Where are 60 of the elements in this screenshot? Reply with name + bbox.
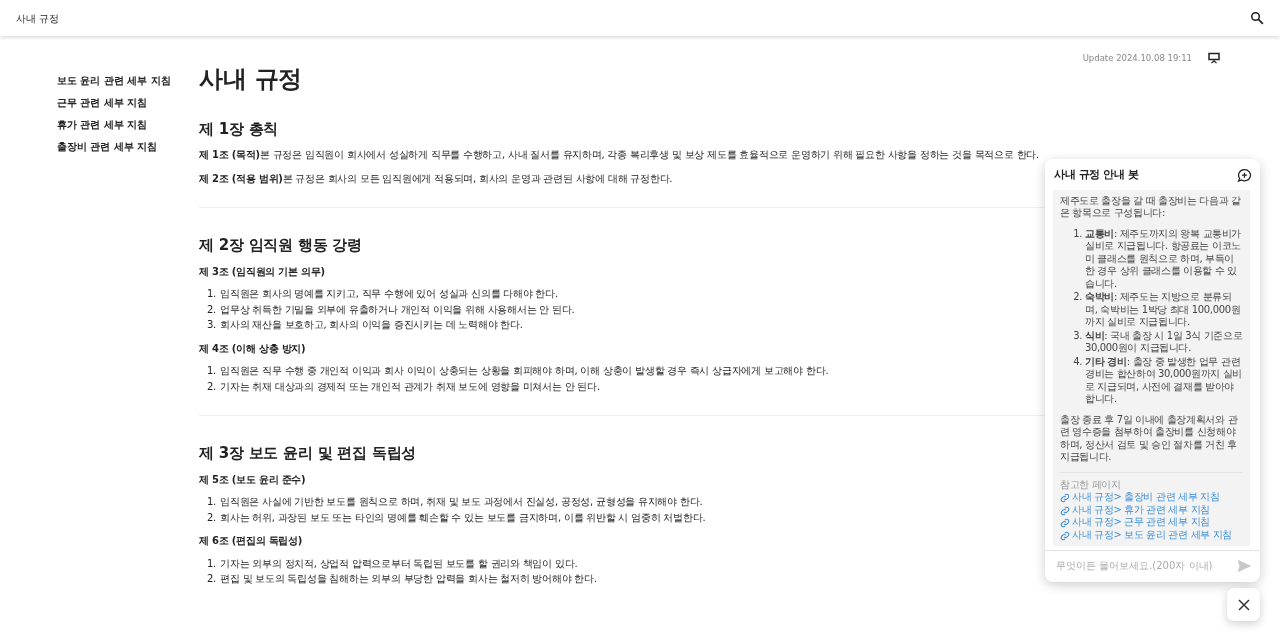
chat-message-text: 제주도로 출장을 갈 때 출장비는 다음과 같은 항목으로 구성됩니다:: [1060, 194, 1242, 220]
list-item-text: 임직원은 직무 수행 중 개인적 이익과 회사 이익이 상충되는 상황을 회피해야 하며, 이해 상충이 발생할 경우 즉시 상급자에게 보고해야 한다.: [220, 364, 829, 379]
presentation-button[interactable]: [1208, 52, 1220, 65]
list-number: 2.: [207, 379, 217, 394]
page-title: 사내 규정: [199, 64, 304, 94]
toc-link[interactable]: 휴가 관련 세부 지침: [57, 117, 199, 132]
list-item-text: 기자는 취재 대상과의 경제적 또는 개인적 관계가 취재 보도에 영향을 미쳐서는 안 된다.: [220, 379, 600, 394]
chat-list-item: 숙박비: 제주도는 지방으로 분류되며, 숙박비는 1박당 최대 100,000원까지 실비로 지급됩니다.: [1085, 291, 1242, 329]
article-heading: 제 6조 (편집의 독립성): [199, 534, 304, 549]
list-number: 2.: [207, 302, 217, 317]
list-number: 3.: [207, 318, 217, 333]
list-item-text: 회사의 재산을 보호하고, 회사의 이익을 증진시키는 데 노력해야 한다.: [220, 318, 523, 333]
list-item-text: 임직원은 회사의 명예를 지키고, 직무 수행에 있어 성실과 신의를 다해야 한다.: [220, 287, 558, 302]
close-button[interactable]: [1227, 588, 1260, 621]
chat-title: 사내 규정 안내 봇: [1054, 167, 1139, 183]
new-chat-button[interactable]: [1237, 167, 1252, 183]
article-heading: 제 4조 (이해 상충 방지): [199, 341, 307, 356]
chat-input-field[interactable]: 무엇이든 물어보세요.(200자 이내): [1054, 557, 1237, 574]
article-heading: 제 5조 (보도 윤리 준수): [199, 472, 307, 487]
send-icon: [1237, 558, 1252, 573]
search-icon: [1250, 11, 1264, 25]
chat-list-item: 기타 경비: 출장 중 발생한 업무 관련 경비는 합산하여 30,000원까지 실비로 지급되며, 사전에 결재를 받아야 합니다.: [1085, 355, 1243, 406]
toc-link[interactable]: 근무 관련 세부 지침: [57, 95, 199, 110]
link-icon: [1060, 530, 1070, 541]
new-chat-icon: [1237, 167, 1252, 183]
list-item-text: 업무상 취득한 기밀을 외부에 유출하거나 개인적 이익을 위해 사용해서는 안 된다.: [220, 302, 575, 317]
list-number: 2.: [207, 510, 217, 525]
list-item-text: 임직원은 사실에 기반한 보도를 원칙으로 하며, 취재 및 보도 과정에서 진실성, 공정성, 균형성을 유지해야 한다.: [220, 495, 703, 510]
chapter-heading: 제 3장 보도 윤리 및 편집 독립성: [199, 444, 418, 464]
list-item-text: 편집 및 보도의 독립성을 침해하는 외부의 부당한 압력을 회사는 철저히 방어해야 한다.: [220, 572, 597, 587]
article-paragraph: 제 2조 (적용 범위)본 규정은 회사의 모든 임직원에게 적용되며, 회사의 운영과 관련된 사항에 대해 규정한다.: [199, 171, 674, 186]
list-number: 3.: [1072, 329, 1082, 343]
link-icon: [1060, 505, 1070, 516]
article-paragraph: 제 1조 (목적)본 규정은 임직원이 회사에서 성실하게 직무를 수행하고, 사내 질서를 유지하며, 각종 복리후생 및 보상 제도를 효율적으로 운영하기 위해 필요한 사항을 정하는 것을 목적으로 한다.: [199, 148, 1041, 163]
list-number: 1.: [207, 287, 217, 302]
list-item-text: 기자는 외부의 정치적, 상업적 압력으로부터 독립된 보도를 할 권리와 책임이 있다.: [220, 556, 578, 571]
presentation-icon: [1208, 52, 1220, 65]
chapter-heading: 제 2장 임직원 행동 강령: [199, 236, 363, 256]
link-icon: [1060, 518, 1070, 528]
references-label: 참고한 페이지: [1060, 471, 1243, 491]
search-button[interactable]: [1250, 11, 1264, 25]
list-number: 1.: [207, 495, 217, 510]
chat-list-item: 교통비: 제주도까지의 왕복 교통비가 실비로 지급됩니다. 항공료는 이코노미 클래스를 원칙으로 하며, 부득이한 경우 상위 클래스를 이용할 수 있습니다.: [1085, 227, 1243, 290]
close-icon: [1237, 598, 1250, 611]
app-title: 사내 규정: [16, 11, 60, 26]
toc-link[interactable]: 보도 윤리 관련 세부 지침: [57, 73, 199, 88]
list-number: 1.: [207, 364, 217, 379]
list-item-text: 회사는 허위, 과장된 보도 또는 타인의 명예를 훼손할 수 있는 보도를 금지하며, 이를 위반할 시 엄중히 처벌한다.: [220, 510, 706, 525]
chat-message-text: 출장 종료 후 7일 이내에 출장계획서와 관련 영수증을 첨부하여 출장비를 신청해야 하며, 정산서 검토 및 승인 절차를 거친 후 지급됩니다.: [1060, 413, 1239, 464]
update-timestamp: Update 2024.10.08 19:11: [1082, 52, 1192, 65]
article-heading: 제 3조 (임직원의 기본 의무): [199, 264, 326, 279]
chat-list-item: 식비: 국내 출장 시 1일 3식 기준으로 30,000원이 지급됩니다.: [1085, 329, 1243, 355]
list-number: 2.: [1072, 291, 1082, 304]
chapter-heading: 제 1장 총칙: [199, 119, 280, 140]
list-number: 2.: [207, 572, 217, 587]
list-number: 1.: [1072, 227, 1082, 241]
toc-link[interactable]: 출장비 관련 세부 지침: [57, 139, 199, 154]
list-number: 4.: [1072, 355, 1082, 369]
list-number: 1.: [207, 556, 217, 571]
link-icon: [1060, 493, 1070, 503]
